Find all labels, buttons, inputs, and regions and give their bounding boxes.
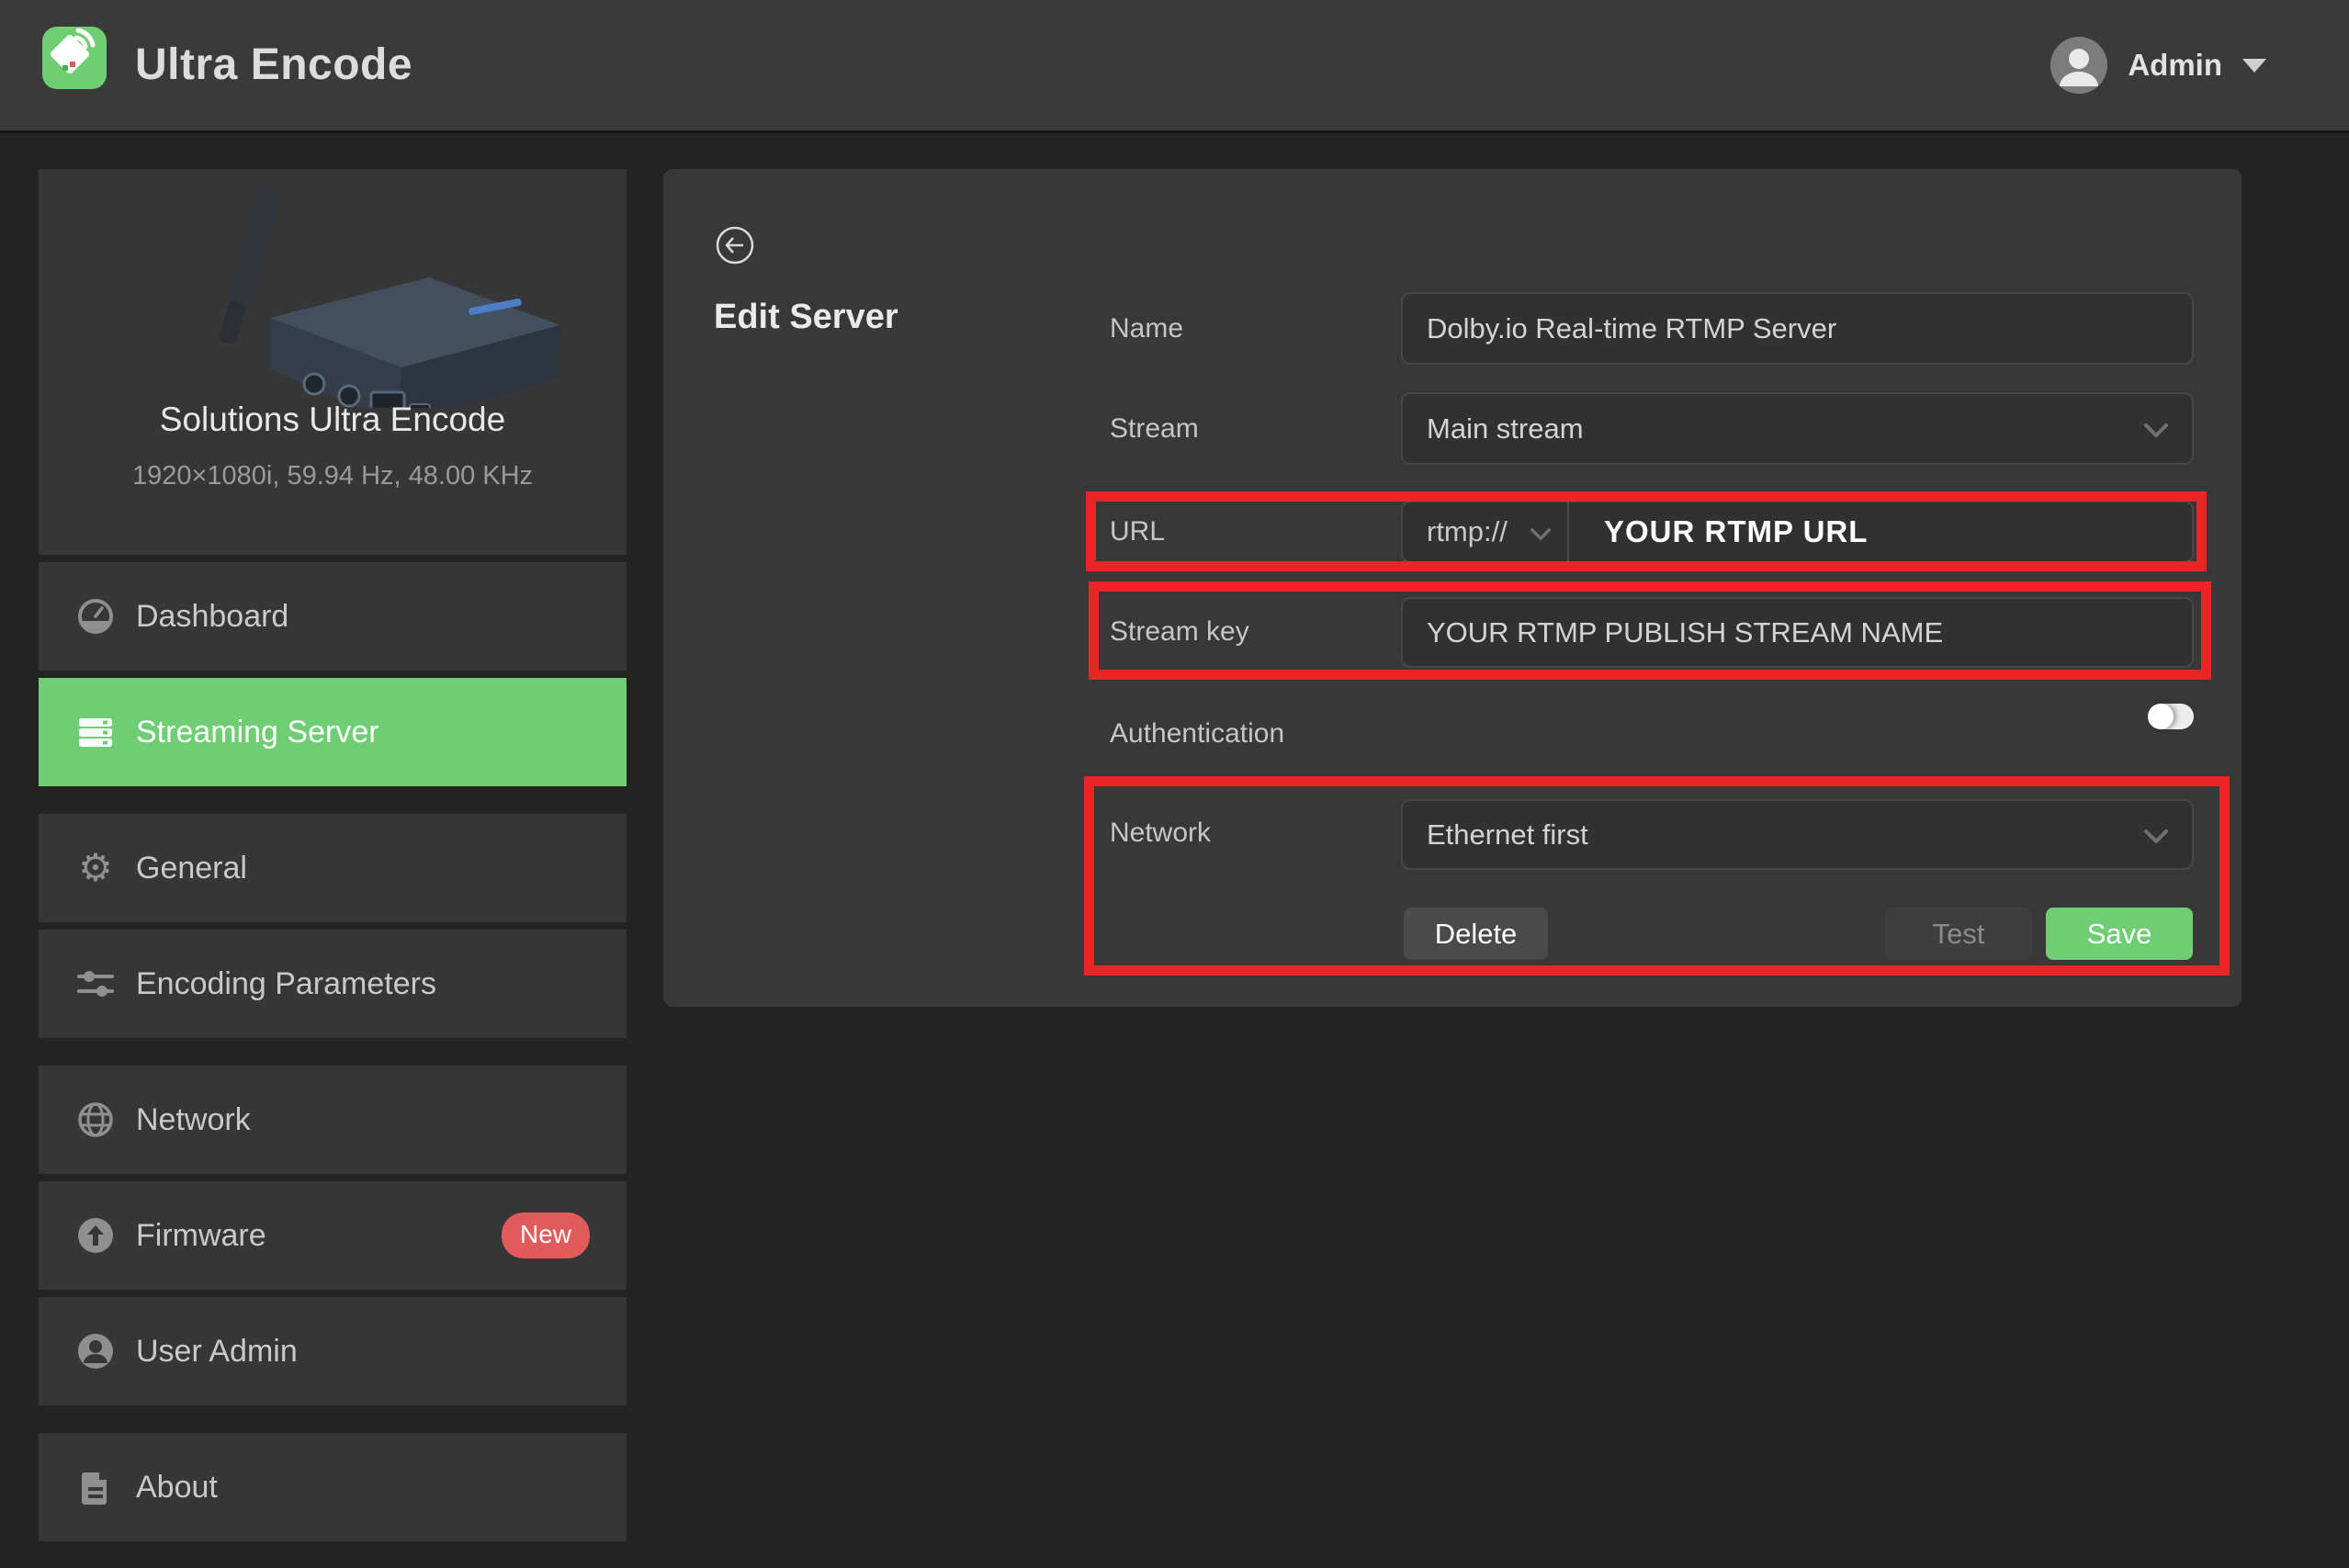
divider — [39, 1174, 627, 1181]
sidebar-item-streaming-server[interactable]: Streaming Server — [39, 678, 627, 786]
section-gap — [39, 1405, 627, 1433]
sidebar-item-label: Streaming Server — [136, 715, 379, 750]
user-name: Admin — [2128, 48, 2222, 83]
stream-key-input[interactable]: YOUR RTMP PUBLISH STREAM NAME — [1401, 597, 2194, 668]
sliders-icon — [75, 964, 116, 1004]
sidebar-item-about[interactable]: About — [39, 1433, 627, 1541]
toggle-knob — [2148, 704, 2174, 729]
divider — [39, 922, 627, 930]
top-bar: Ultra Encode Admin — [0, 0, 2349, 130]
document-icon — [75, 1467, 116, 1507]
sidebar-item-label: General — [136, 851, 247, 886]
user-menu[interactable]: Admin — [2050, 0, 2266, 130]
chevron-down-icon — [2144, 412, 2168, 446]
stream-key-label: Stream key — [1110, 616, 1249, 648]
stream-label: Stream — [1110, 413, 1199, 445]
chevron-down-icon — [1530, 515, 1551, 548]
sidebar-item-label: User Admin — [136, 1334, 298, 1370]
chevron-down-icon — [2144, 818, 2168, 852]
back-button[interactable] — [716, 226, 754, 265]
server-icon — [75, 712, 116, 752]
network-value: Ethernet first — [1403, 818, 1588, 852]
stream-key-value: YOUR RTMP PUBLISH STREAM NAME — [1403, 616, 1943, 649]
section-gap — [39, 1038, 627, 1066]
url-input[interactable]: YOUR RTMP URL — [1569, 514, 2192, 549]
sidebar-item-label: Firmware — [136, 1218, 266, 1254]
save-button[interactable]: Save — [2046, 908, 2193, 960]
authentication-label: Authentication — [1110, 718, 1284, 750]
test-button[interactable]: Test — [1885, 908, 2032, 960]
device-card: Solutions Ultra Encode 1920×1080i, 59.94… — [39, 169, 627, 555]
url-composite-field: rtmp:// YOUR RTMP URL — [1401, 501, 2194, 563]
globe-icon — [75, 1100, 116, 1140]
sidebar-item-encoding-parameters[interactable]: Encoding Parameters — [39, 930, 627, 1038]
sidebar-item-label: Dashboard — [136, 599, 288, 635]
divider — [39, 555, 627, 562]
new-badge: New — [502, 1213, 590, 1258]
sidebar-item-general[interactable]: ⚙ General — [39, 814, 627, 922]
gauge-icon — [75, 596, 116, 637]
edit-server-panel: Edit Server Name Dolby.io Real-time RTMP… — [663, 169, 2242, 1007]
section-gap — [39, 786, 627, 814]
network-label: Network — [1110, 818, 1211, 849]
url-label: URL — [1110, 516, 1165, 547]
user-icon — [75, 1331, 116, 1371]
authentication-toggle[interactable] — [2148, 704, 2194, 729]
name-value: Dolby.io Real-time RTMP Server — [1403, 312, 1836, 345]
device-image — [39, 169, 627, 408]
device-name: Solutions Ultra Encode — [39, 400, 627, 439]
url-scheme-select[interactable]: rtmp:// — [1403, 502, 1569, 561]
name-label: Name — [1110, 313, 1183, 344]
divider — [39, 1290, 627, 1297]
sidebar-item-firmware[interactable]: Firmware New — [39, 1181, 627, 1290]
upload-circle-icon — [75, 1215, 116, 1256]
sidebar-item-label: About — [136, 1470, 218, 1506]
device-format: 1920×1080i, 59.94 Hz, 48.00 KHz — [39, 461, 627, 491]
sidebar-item-network[interactable]: Network — [39, 1066, 627, 1174]
page-title: Edit Server — [714, 298, 898, 337]
app-logo-icon — [42, 27, 107, 89]
app-title: Ultra Encode — [135, 0, 412, 130]
name-input[interactable]: Dolby.io Real-time RTMP Server — [1401, 292, 2194, 365]
divider — [39, 671, 627, 678]
url-scheme-value: rtmp:// — [1403, 515, 1508, 548]
sidebar-item-dashboard[interactable]: Dashboard — [39, 562, 627, 671]
gear-icon: ⚙ — [75, 848, 116, 888]
chevron-down-icon — [2242, 59, 2266, 73]
sidebar-item-user-admin[interactable]: User Admin — [39, 1297, 627, 1405]
network-select[interactable]: Ethernet first — [1401, 799, 2194, 870]
sidebar-item-label: Encoding Parameters — [136, 966, 436, 1002]
avatar — [2050, 37, 2107, 94]
sidebar: Solutions Ultra Encode 1920×1080i, 59.94… — [39, 169, 627, 1541]
stream-value: Main stream — [1403, 412, 1584, 446]
sidebar-item-label: Network — [136, 1102, 251, 1138]
stream-select[interactable]: Main stream — [1401, 392, 2194, 465]
delete-button[interactable]: Delete — [1404, 908, 1548, 960]
